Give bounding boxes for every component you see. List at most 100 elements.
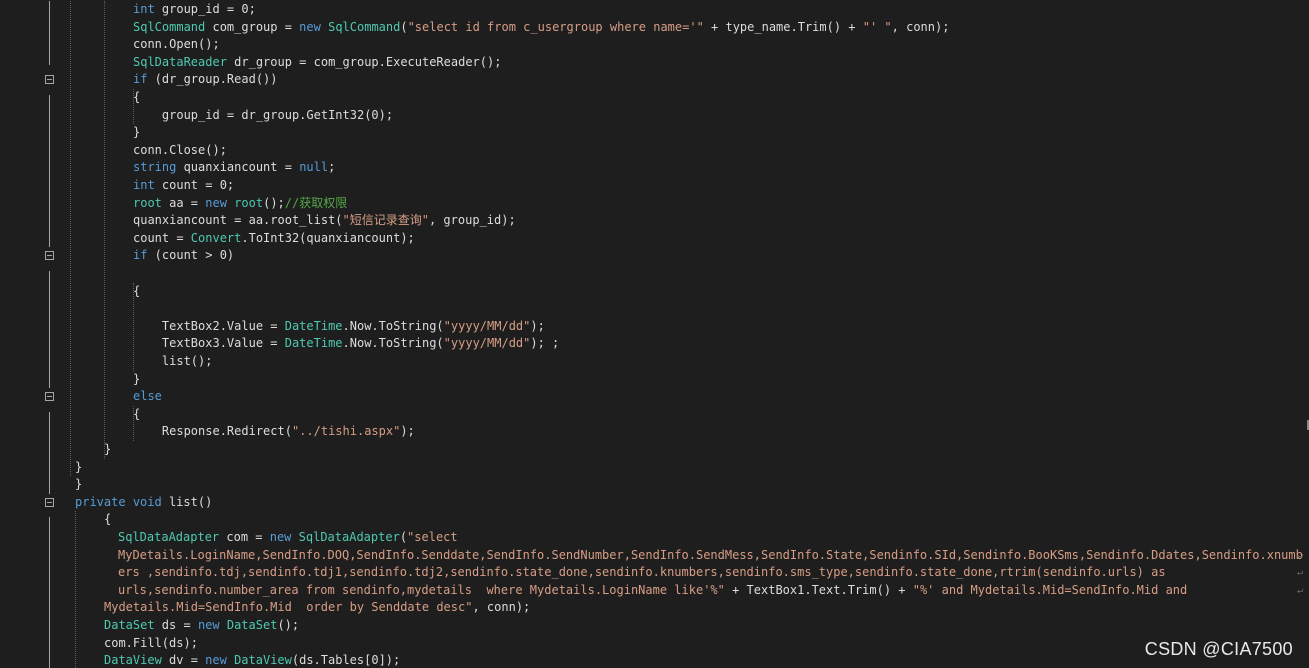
code-token: .ToInt32(quanxiancount);: [241, 230, 415, 245]
code-token: ();: [263, 195, 285, 210]
string-token: "短信记录查询": [342, 213, 429, 228]
type-token: SqlDataAdapter: [118, 530, 220, 544]
outline-connector: [49, 411, 50, 494]
indent-guide: [133, 89, 134, 125]
word-wrap-icon: ↵: [1297, 584, 1304, 596]
code-line[interactable]: }: [75, 476, 82, 494]
code-token: quanxiancount =: [176, 160, 300, 175]
outline-connector: [49, 517, 50, 668]
keyword-token: private: [75, 494, 126, 509]
code-line[interactable]: SqlDataAdapter com = new SqlDataAdapter(…: [118, 529, 458, 547]
code-token: dr_group = com_group.ExecuteReader();: [226, 54, 502, 69]
type-token: DataView: [234, 653, 292, 668]
code-line[interactable]: SqlCommand com_group = new SqlCommand("s…: [133, 19, 949, 37]
code-line[interactable]: group_id = dr_group.GetInt32(0);: [133, 107, 393, 125]
outline-connector: [49, 1, 50, 66]
code-token: ;: [328, 160, 336, 175]
code-line[interactable]: TextBox2.Value = DateTime.Now.ToString("…: [133, 318, 545, 336]
code-line[interactable]: com.Fill(ds);: [104, 635, 198, 653]
indent-guide: [75, 511, 76, 668]
code-token: + type_name.Trim() +: [703, 19, 863, 34]
code-line[interactable]: conn.Close();: [133, 142, 227, 160]
code-line[interactable]: {: [133, 406, 140, 424]
code-line[interactable]: }: [133, 371, 140, 389]
code-line[interactable]: count = Convert.ToInt32(quanxiancount);: [133, 230, 415, 248]
indent-guide: [104, 1, 105, 459]
code-token: , conn);: [472, 600, 531, 615]
collapse-icon[interactable]: [45, 75, 54, 85]
code-token: .Now.ToString(: [342, 318, 444, 333]
code-line[interactable]: Mydetails.Mid=SendInfo.Mid order by Send…: [104, 599, 530, 617]
code-token: conn.Close();: [133, 142, 227, 157]
code-line[interactable]: quanxiancount = aa.root_list("短信记录查询", g…: [133, 212, 516, 230]
string-token: MyDetails.LoginName,SendInfo.DOQ,SendInf…: [118, 547, 1303, 562]
code-token: (: [400, 19, 408, 34]
code-token: + TextBox1.Text.Trim() +: [724, 582, 913, 597]
code-line[interactable]: root aa = new root();//获取权限: [133, 195, 347, 213]
code-area[interactable]: int group_id = 0; SqlCommand com_group = …: [60, 0, 1309, 668]
type-token: SqlDataReader: [133, 54, 227, 69]
keyword-token: null: [299, 160, 329, 175]
code-token: ds =: [154, 618, 198, 632]
code-token: {: [133, 90, 141, 104]
code-line[interactable]: }: [75, 459, 82, 477]
type-token: root: [133, 195, 162, 210]
code-line[interactable]: }: [133, 124, 140, 142]
code-line[interactable]: if (count > 0): [133, 247, 234, 265]
code-token: list(): [161, 494, 213, 509]
code-token: dv =: [161, 653, 206, 668]
keyword-token: int: [133, 2, 155, 16]
code-line[interactable]: int group_id = 0;: [133, 1, 256, 19]
type-token: SqlDataAdapter: [298, 530, 400, 544]
code-token: }: [133, 371, 141, 386]
code-line[interactable]: private void list(): [75, 494, 212, 512]
code-token: }: [133, 125, 141, 140]
keyword-token: new: [197, 618, 220, 632]
collapse-icon[interactable]: [45, 497, 54, 507]
code-token: TextBox2.Value =: [133, 318, 285, 333]
code-line[interactable]: }: [104, 441, 111, 459]
code-line[interactable]: list();: [133, 353, 213, 371]
code-line[interactable]: DataSet ds = new DataSet();: [104, 617, 299, 635]
code-line[interactable]: {: [133, 283, 140, 301]
code-token: }: [104, 442, 112, 456]
code-editor[interactable]: 7890123456789012345678901234567890 int g…: [0, 0, 1309, 668]
code-line[interactable]: int count = 0;: [133, 177, 234, 195]
code-line[interactable]: else: [133, 388, 162, 406]
code-token: com.Fill(ds);: [104, 635, 198, 650]
code-line[interactable]: conn.Open();: [133, 36, 220, 54]
code-line[interactable]: MyDetails.LoginName,SendInfo.DOQ,SendInf…: [118, 547, 1303, 565]
code-token: , conn);: [891, 19, 950, 34]
string-token: "' ": [862, 19, 892, 34]
keyword-token: else: [133, 389, 162, 404]
code-token: (ds.Tables[0]);: [291, 653, 401, 668]
code-line[interactable]: {: [104, 511, 111, 529]
word-wrap-icon: ↵: [1297, 549, 1304, 561]
code-line[interactable]: {: [133, 89, 140, 107]
code-line[interactable]: urls,sendinfo.number_area from sendinfo,…: [118, 582, 1187, 600]
code-line[interactable]: ers ,sendinfo.tdj,sendinfo.tdj1,sendinfo…: [118, 564, 1166, 582]
code-line[interactable]: if (dr_group.Read()): [133, 71, 278, 89]
code-token: list();: [133, 354, 213, 368]
code-token: quanxiancount = aa.root_list(: [133, 213, 343, 228]
keyword-token: new: [299, 19, 321, 34]
keyword-token: if: [133, 248, 148, 263]
code-line[interactable]: TextBox3.Value = DateTime.Now.ToString("…: [133, 335, 559, 353]
code-line[interactable]: Response.Redirect("../tishi.aspx");: [133, 423, 415, 441]
string-token: "yyyy/MM/dd": [443, 336, 531, 351]
outline-connector: [49, 95, 50, 248]
keyword-token: void: [132, 494, 162, 509]
code-line[interactable]: DataView dv = new DataView(ds.Tables[0])…: [104, 652, 400, 668]
collapse-icon[interactable]: [45, 251, 54, 261]
keyword-token: int: [133, 178, 155, 192]
code-token: );: [530, 318, 545, 333]
code-line[interactable]: string quanxiancount = null;: [133, 159, 335, 177]
keyword-token: new: [205, 195, 227, 210]
code-line[interactable]: SqlDataReader dr_group = com_group.Execu…: [133, 54, 501, 72]
string-token: "%' and Mydetails.Mid=SendInfo.Mid and: [912, 582, 1188, 597]
code-token: (dr_group.Read()): [147, 72, 278, 87]
collapse-icon[interactable]: [45, 392, 54, 402]
keyword-token: new: [205, 653, 227, 668]
